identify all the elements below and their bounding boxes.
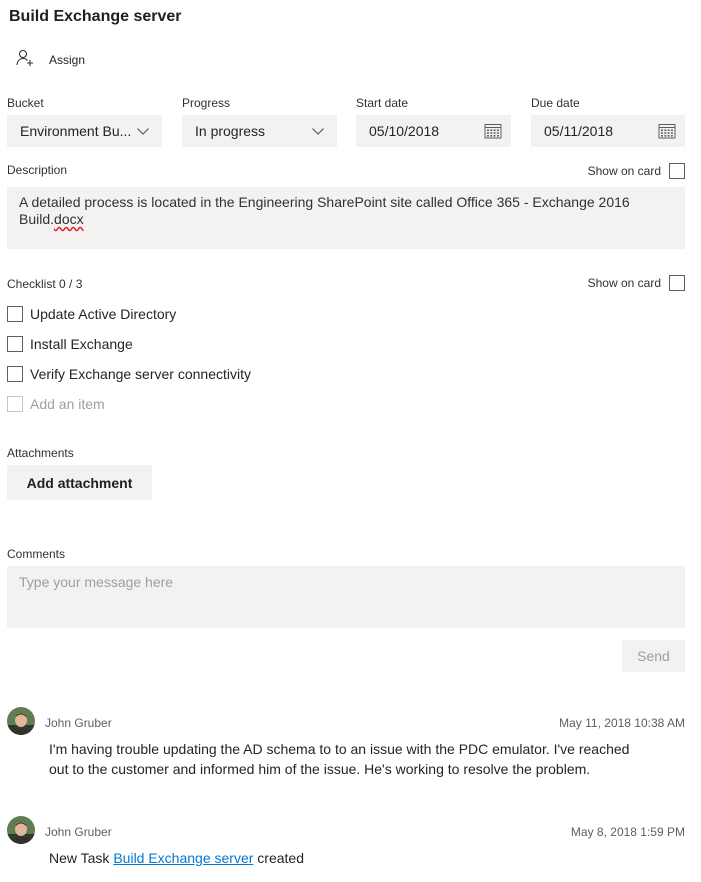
- avatar: [7, 816, 35, 844]
- comment-input[interactable]: Type your message here: [7, 566, 685, 628]
- checklist-show-on-card: Show on card: [588, 275, 685, 291]
- task-link[interactable]: Build Exchange server: [113, 850, 253, 866]
- checklist-label: Checklist 0 / 3: [7, 277, 83, 291]
- comment-text-prefix: New Task: [49, 850, 114, 866]
- description-text: A detailed process is located in the Eng…: [19, 194, 630, 227]
- calendar-icon[interactable]: [658, 123, 676, 142]
- add-checklist-item[interactable]: Add an item: [7, 394, 105, 414]
- avatar: [7, 707, 35, 735]
- progress-dropdown[interactable]: In progress: [182, 115, 337, 147]
- due-date-picker[interactable]: 05/11/2018: [531, 115, 685, 147]
- checklist-item-label[interactable]: Install Exchange: [30, 336, 133, 352]
- comment-author: John Gruber: [45, 825, 112, 839]
- checklist-item-checkbox[interactable]: [7, 306, 23, 322]
- bucket-label: Bucket: [7, 96, 44, 110]
- checklist-item-checkbox[interactable]: [7, 336, 23, 352]
- due-date-value: 05/11/2018: [544, 123, 614, 139]
- add-person-icon: [16, 49, 34, 72]
- start-date-value: 05/10/2018: [369, 123, 440, 139]
- checklist-item-checkbox[interactable]: [7, 366, 23, 382]
- add-item-checkbox: [7, 396, 23, 412]
- show-on-card-label: Show on card: [587, 276, 661, 290]
- bucket-value: Environment Bu...: [20, 123, 132, 139]
- comment-text: New Task Build Exchange server created: [49, 848, 649, 868]
- due-date-label: Due date: [531, 96, 580, 110]
- comments-label: Comments: [7, 547, 66, 561]
- checklist-item-label[interactable]: Verify Exchange server connectivity: [30, 366, 251, 382]
- checklist-item: Update Active Directory: [7, 304, 176, 324]
- progress-label: Progress: [182, 96, 231, 110]
- add-attachment-button[interactable]: Add attachment: [7, 465, 152, 500]
- checklist-item: Install Exchange: [7, 334, 133, 354]
- description-label: Description: [7, 163, 68, 177]
- send-button[interactable]: Send: [622, 640, 685, 672]
- checklist-item-label[interactable]: Update Active Directory: [30, 306, 176, 322]
- calendar-icon[interactable]: [484, 123, 502, 142]
- bucket-dropdown[interactable]: Environment Bu...: [7, 115, 162, 147]
- comment-timestamp: May 11, 2018 10:38 AM: [559, 716, 685, 730]
- checklist-item: Verify Exchange server connectivity: [7, 364, 251, 384]
- misspelled-word: docx: [54, 211, 84, 227]
- description-field[interactable]: A detailed process is located in the Eng…: [7, 187, 685, 249]
- comment-text: I'm having trouble updating the AD schem…: [49, 741, 630, 777]
- comment-author: John Gruber: [45, 716, 112, 730]
- show-on-card-label: Show on card: [587, 164, 661, 178]
- start-date-label: Start date: [356, 96, 409, 110]
- description-show-on-card-checkbox[interactable]: [669, 163, 685, 179]
- progress-value: In progress: [195, 123, 266, 139]
- comment-timestamp: May 8, 2018 1:59 PM: [570, 825, 685, 839]
- description-show-on-card: Show on card: [588, 163, 685, 179]
- chevron-down-icon: [311, 124, 325, 141]
- assign-button[interactable]: Assign: [16, 49, 86, 72]
- attachments-label: Attachments: [7, 446, 74, 460]
- assign-label: Assign: [49, 53, 86, 67]
- start-date-picker[interactable]: 05/10/2018: [356, 115, 511, 147]
- checklist-show-on-card-checkbox[interactable]: [669, 275, 685, 291]
- comment-text-suffix: created: [253, 850, 304, 866]
- task-title: Build Exchange server: [9, 8, 182, 25]
- add-item-input[interactable]: Add an item: [30, 396, 105, 412]
- chevron-down-icon: [136, 124, 150, 141]
